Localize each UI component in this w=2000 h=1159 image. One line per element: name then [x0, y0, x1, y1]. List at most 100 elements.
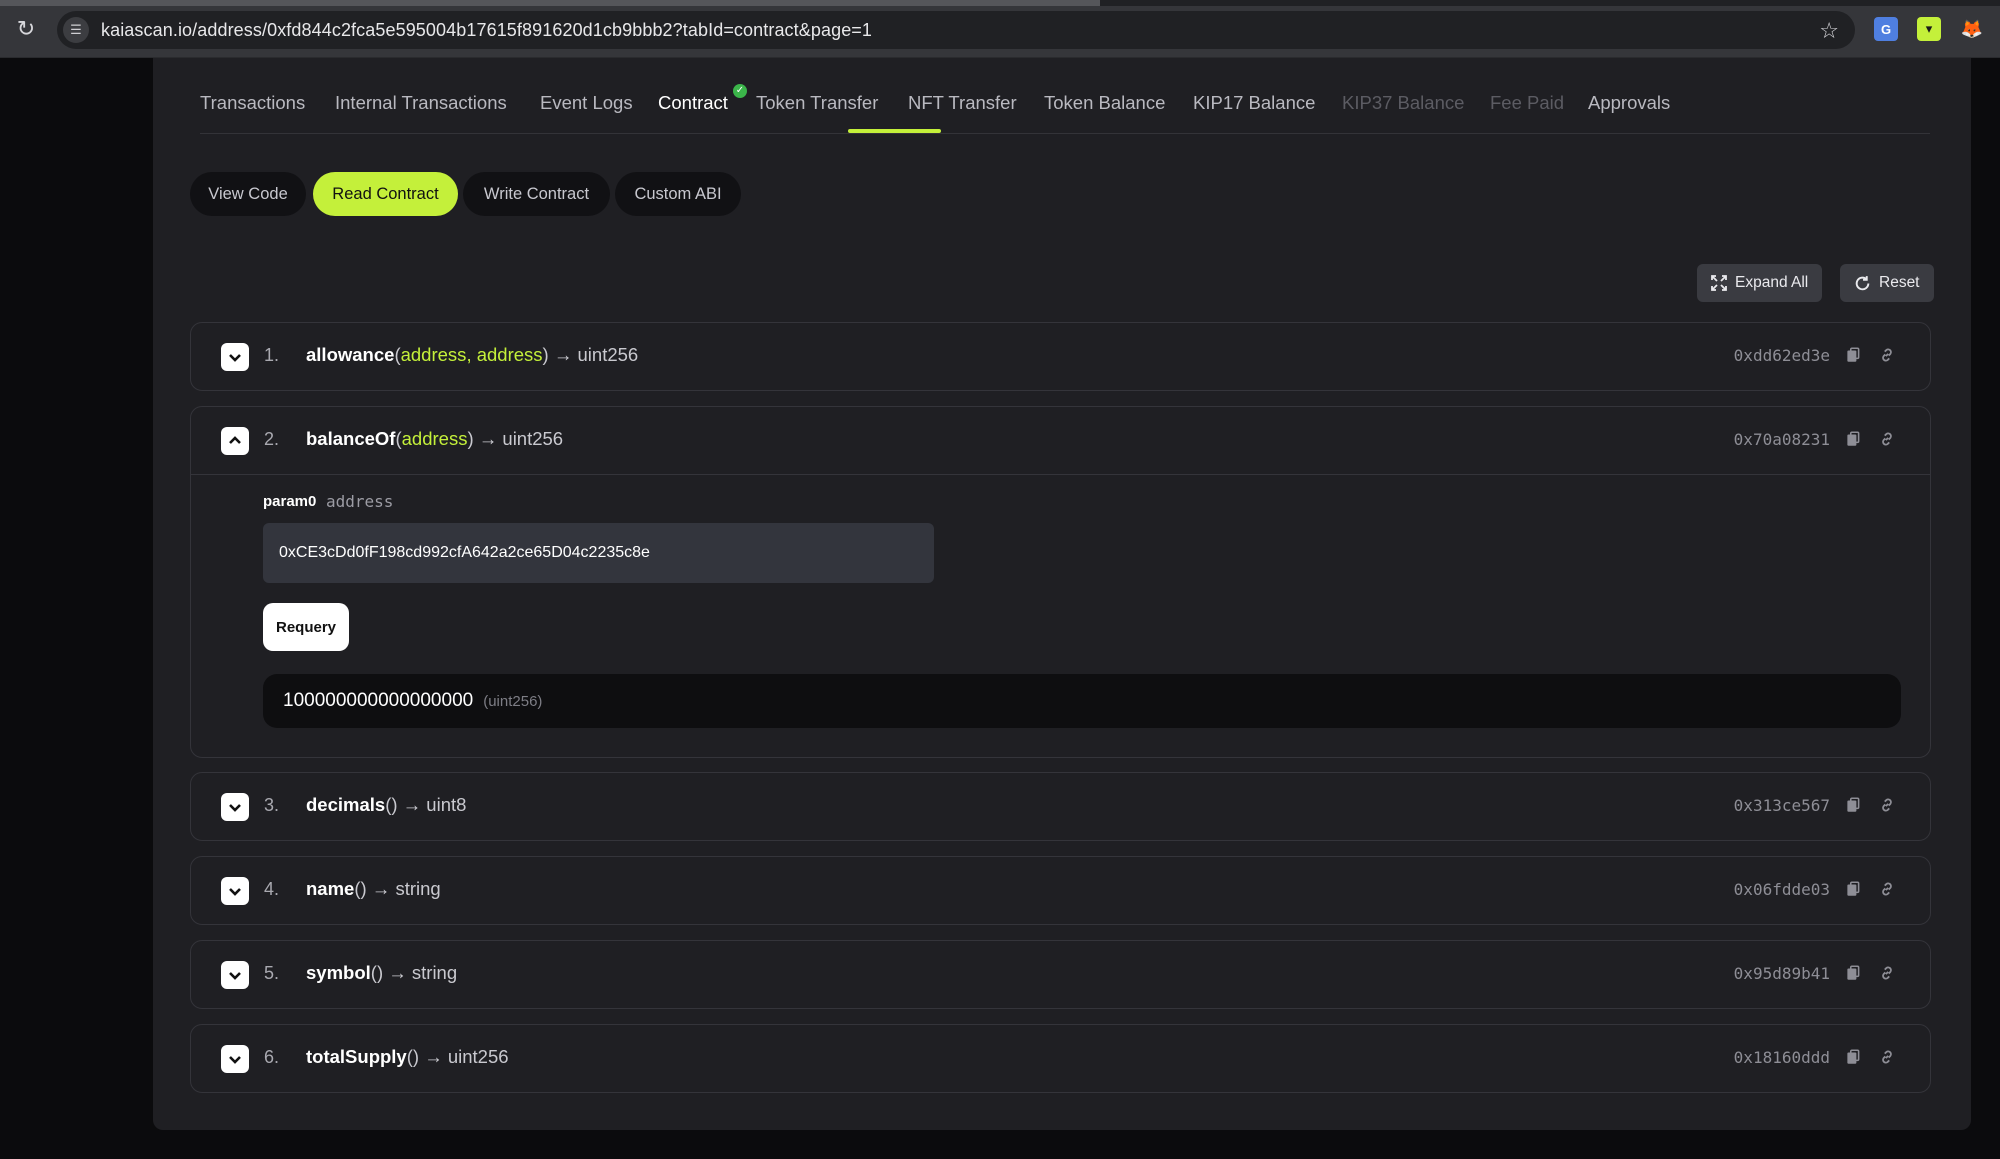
tab-approvals[interactable]: Approvals: [1588, 92, 1670, 114]
function-header[interactable]: 5. symbol() → string 0x95d89b41: [191, 941, 1930, 1008]
function-signature: totalSupply() → uint256: [306, 1046, 509, 1067]
link-icon[interactable]: [1878, 880, 1896, 898]
subtab-write-contract[interactable]: Write Contract: [463, 172, 610, 216]
function-name: totalSupply: [306, 1046, 407, 1067]
function-selector: 0xdd62ed3e: [1733, 346, 1830, 365]
function-arg: address: [476, 344, 543, 365]
function-returns: string: [411, 962, 458, 983]
expand-icon: [1711, 275, 1727, 291]
copy-icon[interactable]: [1844, 430, 1862, 448]
subtab-custom-abi[interactable]: Custom ABI: [615, 172, 741, 216]
address-bar[interactable]: ☰ kaiascan.io/address/0xfd844c2fca5e5950…: [57, 11, 1855, 49]
function-signature: decimals() → uint8: [306, 794, 467, 815]
param0-input[interactable]: [263, 523, 934, 583]
function-selector: 0x95d89b41: [1733, 964, 1830, 983]
subtab-view-code[interactable]: View Code: [190, 172, 306, 216]
result-type: (uint256): [483, 692, 543, 710]
link-icon[interactable]: [1878, 430, 1896, 448]
link-icon[interactable]: [1878, 1048, 1896, 1066]
link-icon[interactable]: [1878, 796, 1896, 814]
browser-toolbar: ↻ ☰ kaiascan.io/address/0xfd844c2fca5e59…: [0, 0, 2000, 58]
tab-strip: [0, 0, 2000, 6]
function-returns: uint256: [502, 428, 564, 449]
tab-kip37-balance: KIP37 Balance: [1342, 92, 1465, 113]
query-result: 100000000000000000 (uint256): [263, 674, 1901, 728]
function-name: allowance: [306, 344, 395, 365]
function-signature: name() → string: [306, 878, 441, 899]
function-header[interactable]: 4. name() → string 0x06fdde03: [191, 857, 1930, 924]
tab-nft-transfer[interactable]: NFT Transfer: [908, 92, 1017, 114]
function-number: 2.: [264, 429, 280, 449]
function-arg: address: [401, 428, 468, 449]
tab-internal-transactions[interactable]: Internal Transactions: [335, 92, 507, 114]
reset-button[interactable]: Reset: [1840, 264, 1934, 302]
copy-icon[interactable]: [1844, 346, 1862, 364]
tab-transactions[interactable]: Transactions: [200, 92, 305, 114]
function-row-balanceof: 2. balanceOf(address) → uint256 0x70a082…: [190, 406, 1931, 758]
reset-label: Reset: [1879, 274, 1920, 291]
chevron-down-icon[interactable]: [221, 793, 249, 821]
tab-event-logs[interactable]: Event Logs: [540, 92, 633, 114]
url-text[interactable]: kaiascan.io/address/0xfd844c2fca5e595004…: [101, 20, 872, 41]
result-value: 100000000000000000: [283, 690, 474, 711]
function-name: decimals: [306, 794, 386, 815]
tab-kip17-balance[interactable]: KIP17 Balance: [1193, 92, 1315, 114]
copy-icon[interactable]: [1844, 1048, 1862, 1066]
function-row-symbol: 5. symbol() → string 0x95d89b41: [190, 940, 1931, 1009]
link-icon[interactable]: [1878, 964, 1896, 982]
copy-icon[interactable]: [1844, 796, 1862, 814]
requery-button[interactable]: Requery: [263, 603, 349, 651]
param-type: address: [326, 492, 394, 511]
function-header[interactable]: 2. balanceOf(address) → uint256 0x70a082…: [191, 407, 1930, 474]
function-body: param0 address Requery 10000000000000000…: [191, 474, 1930, 757]
tab-contract[interactable]: Contract: [658, 92, 728, 114]
copy-icon[interactable]: [1844, 880, 1862, 898]
active-tab-indicator: [848, 129, 941, 133]
reload-icon[interactable]: ↻: [14, 17, 38, 41]
function-header[interactable]: 1. allowance(address, address) → uint256…: [191, 323, 1930, 390]
function-name: balanceOf: [306, 428, 396, 449]
green-extension-icon[interactable]: ▾: [1917, 17, 1941, 41]
function-selector: 0x18160ddd: [1733, 1048, 1830, 1067]
function-header[interactable]: 6. totalSupply() → uint256 0x18160ddd: [191, 1025, 1930, 1092]
tab-token-balance[interactable]: Token Balance: [1044, 92, 1165, 114]
tab-token-transfer[interactable]: Token Transfer: [756, 92, 878, 114]
tab-fee-paid: Fee Paid: [1490, 92, 1565, 113]
function-signature: balanceOf(address) → uint256: [306, 428, 564, 449]
chevron-down-icon[interactable]: [221, 877, 249, 905]
link-icon[interactable]: [1878, 346, 1896, 364]
reset-icon: [1855, 275, 1870, 290]
address-tabs: Transactions Internal Transactions Event…: [200, 84, 1930, 134]
chevron-down-icon[interactable]: [221, 961, 249, 989]
function-name: name: [306, 878, 355, 899]
function-number: 3.: [264, 795, 280, 815]
function-signature: allowance(address, address) → uint256: [306, 344, 639, 365]
function-number: 6.: [264, 1047, 280, 1067]
function-number: 5.: [264, 963, 280, 983]
verified-check-icon: ✓: [733, 84, 747, 98]
function-arg: address: [400, 344, 467, 365]
translate-extension-icon[interactable]: G: [1874, 17, 1898, 41]
expand-all-label: Expand All: [1735, 274, 1809, 291]
chevron-down-icon[interactable]: [221, 1045, 249, 1073]
function-number: 1.: [264, 345, 280, 365]
function-name: symbol: [306, 962, 371, 983]
function-returns: string: [395, 878, 441, 899]
copy-icon[interactable]: [1844, 964, 1862, 982]
chevron-up-icon[interactable]: [221, 427, 249, 455]
metamask-fox-icon[interactable]: 🦊: [1960, 17, 1984, 41]
function-returns: uint256: [577, 344, 639, 365]
function-header[interactable]: 3. decimals() → uint8 0x313ce567: [191, 773, 1930, 840]
function-selector: 0x70a08231: [1733, 430, 1830, 449]
active-browser-tab[interactable]: [0, 0, 1100, 6]
function-returns: uint8: [426, 794, 467, 815]
function-row-totalsupply: 6. totalSupply() → uint256 0x18160ddd: [190, 1024, 1931, 1093]
chevron-down-icon[interactable]: [221, 343, 249, 371]
function-selector: 0x06fdde03: [1733, 880, 1830, 899]
expand-all-button[interactable]: Expand All: [1697, 264, 1823, 302]
function-number: 4.: [264, 879, 280, 899]
site-settings-icon[interactable]: ☰: [63, 17, 89, 43]
function-selector: 0x313ce567: [1733, 796, 1830, 815]
subtab-read-contract[interactable]: Read Contract: [313, 172, 458, 216]
bookmark-star-icon[interactable]: ☆: [1819, 18, 1839, 44]
